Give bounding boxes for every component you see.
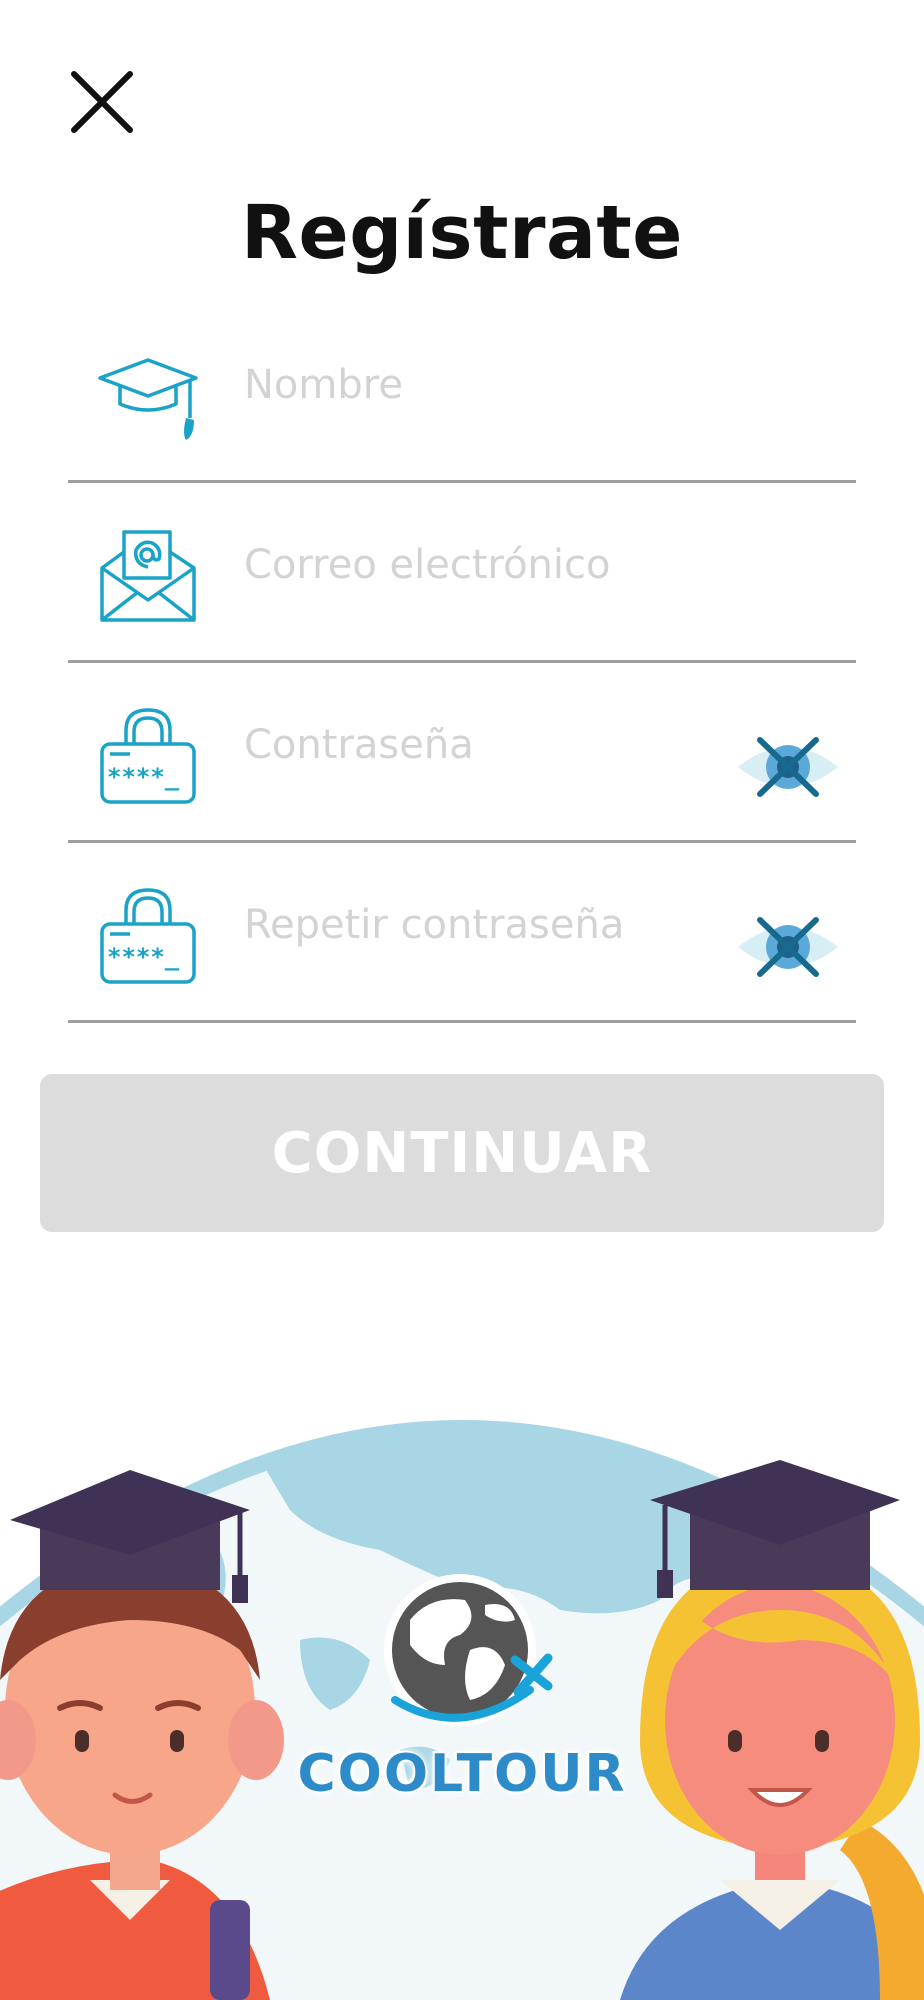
password-input[interactable] <box>244 657 764 832</box>
continue-button[interactable]: CONTINUAR <box>40 1074 884 1232</box>
repeat-password-field-row: ****_ <box>68 837 856 1023</box>
name-input[interactable] <box>244 297 764 472</box>
toggle-repeat-password-visibility[interactable] <box>736 912 840 982</box>
repeat-password-input[interactable] <box>244 837 764 1012</box>
eye-hidden-icon <box>738 917 838 977</box>
eye-hidden-icon <box>738 737 838 797</box>
close-icon <box>71 71 133 133</box>
graduation-cap-icon <box>98 358 198 440</box>
svg-text:****_: ****_ <box>107 943 180 971</box>
email-input[interactable] <box>244 477 764 652</box>
svg-text:****_: ****_ <box>107 763 180 791</box>
brand-name: COOLTOUR <box>297 1744 627 1804</box>
students-globe-illustration <box>0 1420 924 2000</box>
page-title: Regístrate <box>241 190 683 276</box>
name-field-row <box>68 297 856 483</box>
padlock-password-icon: ****_ <box>100 708 196 804</box>
password-field-row: ****_ <box>68 657 856 843</box>
toggle-password-visibility[interactable] <box>736 732 840 802</box>
close-button[interactable] <box>62 62 142 142</box>
boy-student-figure <box>0 1470 284 2000</box>
padlock-password-icon: ****_ <box>100 888 196 984</box>
divider <box>68 1020 856 1023</box>
email-field-row <box>68 477 856 663</box>
envelope-at-icon <box>100 530 196 622</box>
